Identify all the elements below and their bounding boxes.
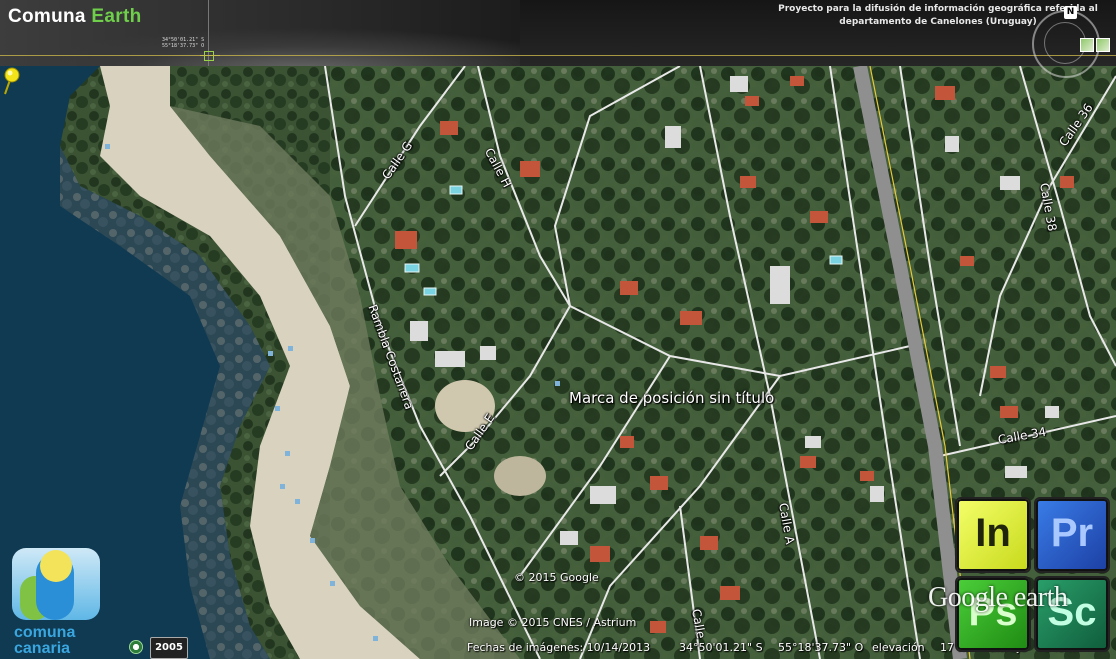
comuna-canaria-logo: comuna canaria: [10, 546, 102, 659]
imagery-date: Fechas de imágenes: 10/14/2013: [467, 641, 651, 654]
terrain-layer-icon[interactable]: [1080, 38, 1094, 52]
placemark-label[interactable]: Marca de posición sin título: [569, 389, 774, 407]
north-compass-icon[interactable]: N: [1064, 6, 1077, 19]
latitude-readout: 34°50'01.21" S: [679, 641, 763, 654]
google-earth-logo: Google earth: [928, 582, 1068, 613]
copyright-image: Image © 2015 CNES / Astrium: [469, 616, 637, 629]
historical-imagery-year[interactable]: 2005: [150, 637, 188, 659]
header-tiny-coords: 34°50'01.21" S 55°18'37.73" O: [162, 37, 204, 49]
sand-clearing-2: [494, 456, 546, 496]
brand-title: Comuna Earth: [8, 6, 141, 28]
tiny-coord-lon: 55°18'37.73" O: [162, 43, 205, 49]
header-divider-line: [0, 55, 1116, 56]
logo-sun-shape: [40, 550, 72, 582]
logo-text-canaria: canaria: [14, 640, 71, 657]
photo-layer-icon[interactable]: [1096, 38, 1110, 52]
longitude-readout: 55°18'37.73" O: [778, 641, 864, 654]
adobe-premiere-icon[interactable]: Pr: [1034, 497, 1110, 573]
placemark-pin-icon[interactable]: [0, 66, 20, 96]
layer-toggle-icons: [1080, 38, 1110, 52]
brand-word-comuna: Comuna: [8, 6, 86, 27]
satellite-map[interactable]: Calle G Calle H Rambla Costanera Calle E…: [0, 66, 1116, 659]
historical-imagery-clock-icon[interactable]: [129, 640, 143, 654]
copyright-google: © 2015 Google: [514, 571, 599, 584]
elevation-label: elevación: [872, 641, 925, 654]
app-header: Comuna Earth 34°50'01.21" S 55°18'37.73"…: [0, 0, 1116, 66]
adobe-indesign-icon[interactable]: In: [955, 497, 1031, 573]
crosshair-target-icon: [204, 51, 214, 61]
brand-word-earth: Earth: [91, 6, 142, 27]
